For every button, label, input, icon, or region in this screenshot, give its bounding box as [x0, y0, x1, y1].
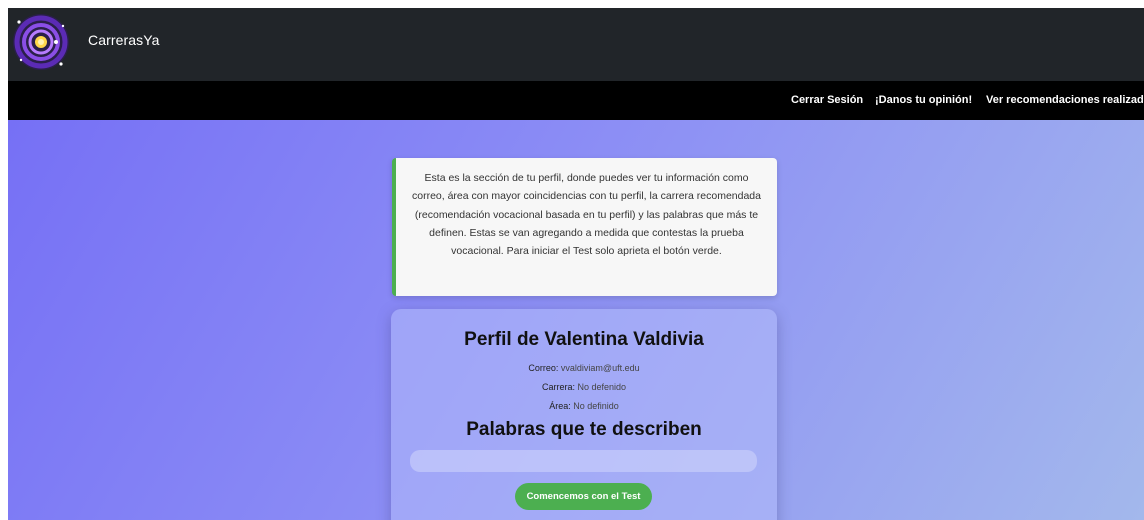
galaxy-logo-icon[interactable]	[11, 12, 71, 72]
area-row: Área: No definido	[391, 401, 777, 411]
nav-recommendations-link[interactable]: Ver recomendaciones realizadas	[986, 94, 1144, 106]
top-header: CarrerasYa	[8, 8, 1144, 81]
career-row: Carrera: No defenido	[391, 382, 777, 392]
nav-feedback-link[interactable]: ¡Danos tu opinión!	[875, 94, 972, 106]
app-frame: CarrerasYa Cerrar Sesión ¡Danos tu opini…	[8, 8, 1144, 520]
words-title: Palabras que te describen	[466, 419, 702, 440]
nav-logout-link[interactable]: Cerrar Sesión	[791, 94, 863, 106]
brand-name[interactable]: CarrerasYa	[88, 32, 160, 48]
profile-card: Perfil de Valentina Valdivia Correo: vva…	[391, 309, 777, 520]
email-label: Correo:	[528, 363, 559, 373]
email-value: vvaldiviam@uft.edu	[560, 363, 640, 373]
start-test-button[interactable]: Comencemos con el Test	[515, 483, 652, 510]
email-row: Correo: vvaldiviam@uft.edu	[391, 363, 777, 373]
profile-info-text: Esta es la sección de tu perfil, donde p…	[411, 172, 761, 258]
career-value: No defenido	[577, 382, 627, 392]
main-navbar: Cerrar Sesión ¡Danos tu opinión! Ver rec…	[8, 81, 1144, 120]
career-label: Carrera:	[541, 382, 575, 392]
area-label: Área:	[549, 401, 571, 411]
main-content: Esta es la sección de tu perfil, donde p…	[8, 120, 1144, 520]
profile-info-box: Esta es la sección de tu perfil, donde p…	[392, 158, 777, 296]
area-value: No definido	[573, 401, 619, 411]
profile-title: Perfil de Valentina Valdivia	[464, 329, 704, 350]
words-box	[410, 450, 757, 472]
